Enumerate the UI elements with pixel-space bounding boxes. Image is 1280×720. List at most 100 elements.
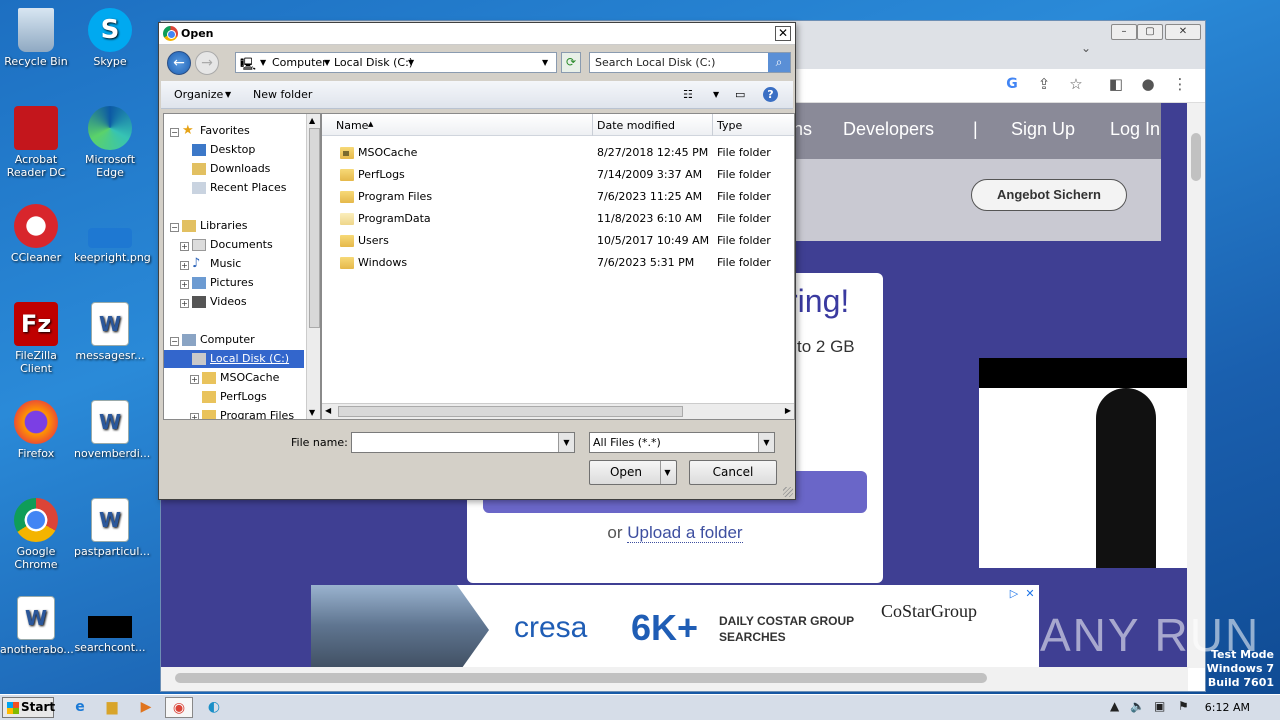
collapse-icon[interactable]: − — [170, 337, 179, 346]
minimize-button[interactable]: – — [1111, 24, 1137, 40]
file-row[interactable]: ProgramData 11/8/2023 6:10 AM File folde… — [322, 208, 794, 230]
start-button[interactable]: Start — [2, 697, 55, 718]
open-split-arrow-icon[interactable]: ▼ — [660, 461, 674, 484]
close-window-button[interactable]: ✕ — [1165, 24, 1201, 40]
collapse-icon[interactable]: − — [170, 128, 179, 137]
open-button[interactable]: Open ▼ — [589, 460, 677, 485]
breadcrumb-computer[interactable]: Computer — [272, 56, 327, 69]
desktop-icon-edge[interactable]: Microsoft Edge — [74, 106, 146, 179]
column-header-name[interactable]: Name — [336, 119, 368, 132]
column-header-date[interactable]: Date modified — [597, 119, 675, 132]
file-explorer-icon[interactable]: ▆ — [98, 697, 126, 718]
internet-explorer-icon[interactable]: e — [66, 697, 94, 718]
page-vertical-scrollbar[interactable] — [1187, 103, 1205, 668]
file-type-select[interactable]: All Files (*.*) ▼ — [589, 432, 775, 453]
expand-icon[interactable]: + — [190, 375, 199, 384]
scroll-up-arrow-icon[interactable]: ▲ — [309, 116, 315, 125]
column-header-type[interactable]: Type — [717, 119, 742, 132]
breadcrumb-chevron-icon[interactable]: ▼ — [408, 58, 414, 67]
tree-item-program-files[interactable]: Program Files — [202, 407, 294, 419]
desktop-icon-chrome[interactable]: Google Chrome — [0, 498, 72, 571]
breadcrumb-local-disk[interactable]: Local Disk (C:) — [334, 56, 413, 69]
nav-signup[interactable]: Sign Up — [1011, 119, 1075, 140]
column-separator[interactable] — [592, 114, 593, 136]
breadcrumb-dropdown-icon[interactable]: ▼ — [542, 58, 548, 67]
scroll-down-arrow-icon[interactable]: ▼ — [309, 408, 315, 417]
help-icon[interactable]: ? — [763, 87, 778, 102]
desktop-icon-pastparticul[interactable]: W pastparticul... — [74, 498, 150, 558]
tree-item-downloads[interactable]: Downloads — [192, 160, 270, 178]
desktop-icon-ccleaner[interactable]: CCleaner — [0, 204, 72, 264]
bookmark-star-icon[interactable]: ☆ — [1065, 73, 1087, 95]
back-arrow-icon[interactable]: ← — [167, 51, 191, 75]
view-options-icon[interactable]: ☷ — [683, 88, 693, 101]
expand-icon[interactable]: + — [180, 299, 189, 308]
file-row[interactable]: Windows 7/6/2023 5:31 PM File folder — [322, 252, 794, 274]
scroll-thumb[interactable] — [338, 406, 683, 417]
tree-item-libraries[interactable]: Libraries — [182, 217, 248, 235]
expand-icon[interactable]: + — [180, 280, 189, 289]
organize-button[interactable]: Organize — [174, 88, 223, 101]
dialog-close-button[interactable]: ✕ — [775, 26, 791, 41]
cancel-button[interactable]: Cancel — [689, 460, 777, 485]
tree-item-favorites[interactable]: ★ Favorites — [182, 122, 250, 140]
collapse-icon[interactable]: − — [170, 223, 179, 232]
tree-scrollbar[interactable]: ▲ ▼ — [306, 114, 320, 419]
tree-item-videos[interactable]: Videos — [192, 293, 247, 311]
dropdown-arrow-icon[interactable]: ▼ — [758, 433, 774, 452]
desktop-icon-keepright[interactable]: keepright.png — [74, 204, 151, 264]
desktop-icon-searchcont[interactable]: searchcont... — [74, 596, 146, 654]
share-icon[interactable]: ⇪ — [1033, 73, 1055, 95]
scroll-thumb[interactable] — [309, 128, 320, 328]
view-chevron-icon[interactable]: ▼ — [713, 90, 719, 99]
search-icon[interactable]: ⌕ — [768, 53, 790, 72]
refresh-icon[interactable]: ⟳ — [561, 52, 581, 73]
clock[interactable]: 6:12 AM — [1205, 701, 1250, 714]
menu-kebab-icon[interactable]: ⋮ — [1169, 73, 1191, 95]
side-panel-icon[interactable]: ◧ — [1105, 73, 1127, 95]
dialog-titlebar[interactable]: Open ✕ — [159, 23, 795, 45]
breadcrumb[interactable]: 🖳 ▼ Computer ▼ Local Disk (C:) ▼ ▼ — [235, 52, 557, 73]
forward-arrow-icon[interactable]: → — [195, 51, 219, 75]
tree-item-music[interactable]: ♪ Music — [192, 255, 241, 273]
expand-icon[interactable]: + — [190, 413, 199, 419]
desktop-icon-november[interactable]: W novemberdi... — [74, 400, 150, 460]
media-player-icon[interactable]: ▶ — [132, 697, 160, 718]
maximize-button[interactable]: ▢ — [1137, 24, 1163, 40]
scroll-thumb[interactable] — [1191, 133, 1201, 181]
tree-item-documents[interactable]: Documents — [192, 236, 273, 254]
tree-item-msocache[interactable]: MSOCache — [202, 369, 279, 387]
scroll-left-arrow-icon[interactable]: ◀ — [325, 406, 331, 415]
scroll-right-arrow-icon[interactable]: ▶ — [785, 406, 791, 415]
file-name-combobox[interactable]: ▼ — [351, 432, 575, 453]
column-separator[interactable] — [712, 114, 713, 136]
nav-login[interactable]: Log In — [1110, 119, 1160, 140]
file-list[interactable]: Name ▲ Date modified Type MSOCache 8/27/… — [321, 113, 795, 420]
profile-avatar-icon[interactable]: ● — [1137, 73, 1159, 95]
desktop-icon-skype[interactable]: S Skype — [74, 8, 146, 68]
search-input[interactable] — [590, 53, 768, 72]
desktop-icon-acrobat[interactable]: Acrobat Reader DC — [0, 106, 72, 179]
navigation-tree[interactable]: − ★ Favorites Desktop Downloads Recent Pl… — [163, 113, 321, 420]
speaker-icon[interactable]: 🔈 — [1130, 699, 1145, 713]
ad-close-icon[interactable]: ✕ — [1023, 587, 1037, 601]
tray-expand-icon[interactable]: ▲ — [1110, 699, 1119, 713]
file-list-horizontal-scrollbar[interactable]: ◀ ▶ — [322, 403, 794, 419]
tree-item-pictures[interactable]: Pictures — [192, 274, 254, 292]
chrome-taskbar-icon[interactable]: ◉ — [165, 697, 193, 718]
tree-item-desktop[interactable]: Desktop — [192, 141, 255, 159]
search-box[interactable]: ⌕ — [589, 52, 791, 73]
file-row[interactable]: PerfLogs 7/14/2009 3:37 AM File folder — [322, 164, 794, 186]
expand-icon[interactable]: + — [180, 261, 189, 270]
ad-banner[interactable]: cresa 6K+ DAILY COSTAR GROUP SEARCHES Co… — [311, 585, 1039, 668]
angebot-sichern-button[interactable]: Angebot Sichern — [971, 179, 1127, 211]
file-name-input[interactable] — [352, 433, 558, 452]
preview-pane-icon[interactable]: ▭ — [735, 88, 745, 101]
file-row[interactable]: Program Files 7/6/2023 11:25 AM File fol… — [322, 186, 794, 208]
desktop-icon-messages[interactable]: W messagesr... — [74, 302, 146, 362]
desktop-icon-firefox[interactable]: Firefox — [0, 400, 72, 460]
scroll-thumb[interactable] — [175, 673, 987, 683]
file-row[interactable]: Users 10/5/2017 10:49 AM File folder — [322, 230, 794, 252]
network-icon[interactable]: ▣ — [1154, 699, 1165, 713]
tree-item-perflogs[interactable]: PerfLogs — [202, 388, 267, 406]
